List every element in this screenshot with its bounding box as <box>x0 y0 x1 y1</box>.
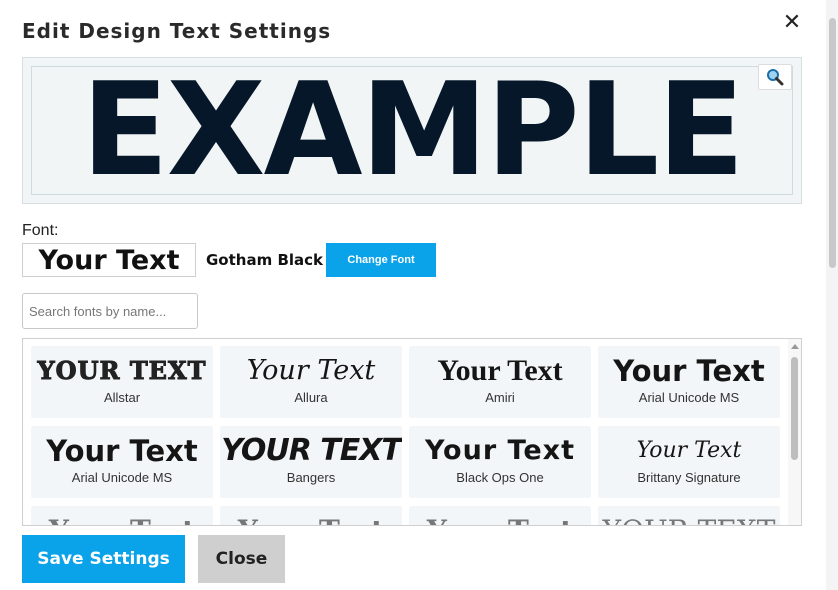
font-grid-scrollbar-thumb[interactable] <box>791 357 798 460</box>
font-tile-sample: Your Text <box>636 438 742 463</box>
close-button[interactable]: Close <box>198 535 285 583</box>
font-tile-sample: YOUR TEXT <box>37 356 207 386</box>
font-tile-sample: Your Text <box>613 354 765 388</box>
change-font-button[interactable]: Change Font <box>326 243 436 277</box>
scroll-up-arrow-icon[interactable] <box>791 344 799 349</box>
font-tile-allura[interactable]: Your Text Allura <box>220 346 402 418</box>
font-tile-partial[interactable]: Your Text <box>409 506 591 525</box>
font-grid-scrollbar[interactable] <box>788 339 801 525</box>
current-font-name: Gotham Black <box>206 251 324 269</box>
font-tile-sample: YOUR TEXT <box>598 514 780 525</box>
close-icon[interactable]: ✕ <box>779 10 805 36</box>
font-tile-arial-unicode-ms-2[interactable]: Your Text Arial Unicode MS <box>31 426 213 498</box>
font-tile-name: Bangers <box>286 470 336 485</box>
text-preview-panel: EXAMPLE <box>22 57 802 204</box>
magnifier-icon <box>767 69 784 86</box>
font-label: Font: <box>22 222 59 239</box>
font-tile-partial[interactable]: Your Text <box>220 506 402 525</box>
zoom-button[interactable] <box>758 64 792 90</box>
font-tile-arial-unicode-ms[interactable]: Your Text Arial Unicode MS <box>598 346 780 418</box>
font-tile-sample: Your Text <box>246 355 376 386</box>
preview-text: EXAMPLE <box>81 66 744 195</box>
font-tile-amiri[interactable]: Your Text Amiri <box>409 346 591 418</box>
font-tile-name: Allstar <box>103 390 141 405</box>
font-tile-bangers[interactable]: YOUR TEXT Bangers <box>220 426 402 498</box>
font-tile-black-ops-one[interactable]: Your Text Black Ops One <box>409 426 591 498</box>
font-tile-name: Amiri <box>485 390 515 405</box>
font-tile-name: Allura <box>294 390 328 405</box>
font-tile-sample: Your Text <box>437 354 563 387</box>
font-tile-name: Black Ops One <box>456 470 544 485</box>
font-tile-name: Arial Unicode MS <box>71 470 173 485</box>
page-scrollbar-thumb[interactable] <box>829 18 836 268</box>
page-scrollbar[interactable] <box>826 0 838 590</box>
font-tile-sample: Your Text <box>46 434 198 468</box>
current-font-sample: Your Text <box>22 243 196 277</box>
font-tile-sample: Your Text <box>409 514 591 525</box>
font-tile-sample: Your Text <box>220 514 402 525</box>
font-tile-name: Arial Unicode MS <box>638 390 740 405</box>
dialog-title: Edit Design Text Settings <box>22 19 332 43</box>
font-tile-sample: Your Text <box>31 514 213 525</box>
save-settings-button[interactable]: Save Settings <box>22 535 185 583</box>
text-preview-frame: EXAMPLE <box>31 66 793 195</box>
font-tile-sample: Your Text <box>424 435 576 466</box>
edit-design-text-dialog: Edit Design Text Settings ✕ EXAMPLE Font… <box>0 0 838 590</box>
font-tile-sample: YOUR TEXT <box>221 433 402 468</box>
font-tile-name: Brittany Signature <box>637 470 741 485</box>
font-grid: YOUR TEXT Allstar Your Text Allura Your … <box>22 338 802 526</box>
font-tile-allstar[interactable]: YOUR TEXT Allstar <box>31 346 213 418</box>
font-tile-partial[interactable]: Your Text <box>31 506 213 525</box>
font-search-input[interactable] <box>22 293 198 329</box>
font-tile-brittany-signature[interactable]: Your Text Brittany Signature <box>598 426 780 498</box>
font-tile-partial[interactable]: YOUR TEXT <box>598 506 780 525</box>
